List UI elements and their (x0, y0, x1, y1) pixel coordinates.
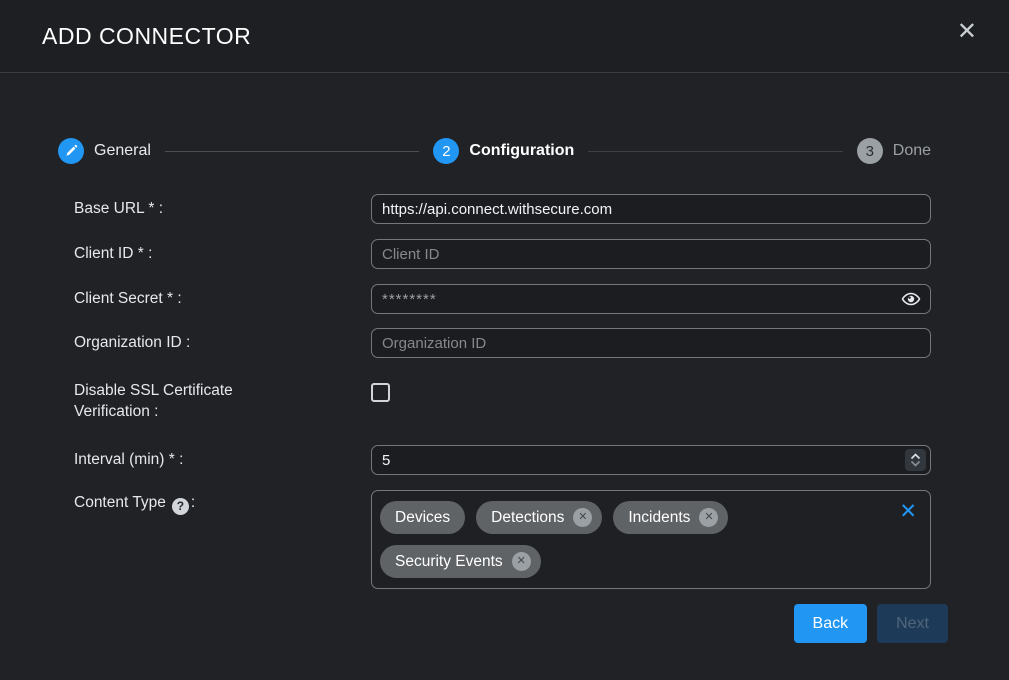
tag-devices[interactable]: Devices (380, 501, 465, 534)
close-icon[interactable]: ✕ (953, 16, 981, 48)
stepper-connector-line (165, 151, 419, 152)
dialog-title: ADD CONNECTOR (42, 23, 953, 50)
back-button[interactable]: Back (794, 604, 868, 643)
tag-security-events[interactable]: Security Events ✕ (380, 545, 541, 578)
content-type-colon: : (191, 494, 195, 511)
dialog-body: General 2 Configuration 3 Done Base URL … (0, 73, 1009, 680)
step-general-label: General (94, 142, 151, 160)
client-id-input[interactable] (371, 239, 931, 269)
step-number-badge: 3 (857, 138, 883, 164)
organization-id-row: Organization ID : (58, 328, 931, 358)
help-icon[interactable]: ? (172, 498, 189, 515)
tag-incidents[interactable]: Incidents ✕ (613, 501, 728, 534)
client-secret-label: Client Secret * : (58, 284, 371, 314)
base-url-label: Base URL * : (58, 194, 371, 224)
disable-ssl-checkbox[interactable] (371, 383, 390, 402)
base-url-input[interactable] (371, 194, 931, 224)
step-general[interactable]: General (58, 138, 151, 164)
base-url-row: Base URL * : (58, 194, 931, 224)
step-done-label: Done (893, 142, 931, 160)
add-connector-dialog: ADD CONNECTOR ✕ General 2 Configuration … (0, 0, 1009, 680)
tag-remove-icon[interactable]: ✕ (699, 508, 718, 527)
organization-id-input[interactable] (371, 328, 931, 358)
tag-label: Detections (491, 509, 564, 527)
interval-row: Interval (min) * : (58, 445, 931, 475)
clear-all-icon[interactable]: ✕ (899, 501, 917, 522)
organization-id-label: Organization ID : (58, 328, 371, 358)
interval-input[interactable] (371, 445, 931, 475)
number-stepper[interactable] (905, 449, 926, 471)
interval-label: Interval (min) * : (58, 445, 371, 475)
client-id-row: Client ID * : (58, 239, 931, 269)
dialog-header: ADD CONNECTOR ✕ (0, 0, 1009, 73)
tag-remove-icon[interactable]: ✕ (512, 552, 531, 571)
step-done: 3 Done (857, 138, 931, 164)
dialog-actions: Back Next (58, 604, 948, 643)
pencil-icon (58, 138, 84, 164)
content-type-label: Content Type (74, 494, 166, 511)
client-secret-row: Client Secret * : (58, 284, 931, 314)
client-id-label: Client ID * : (58, 239, 371, 269)
tag-remove-icon[interactable]: ✕ (573, 508, 592, 527)
wizard-stepper: General 2 Configuration 3 Done (58, 138, 931, 164)
content-type-multiselect[interactable]: Devices Detections ✕ Incidents ✕ Securit… (371, 490, 931, 589)
client-secret-input[interactable] (371, 284, 931, 314)
tag-label: Devices (395, 509, 450, 527)
show-password-eye-icon[interactable] (901, 289, 921, 309)
tag-label: Incidents (628, 509, 690, 527)
next-button[interactable]: Next (877, 604, 948, 643)
step-configuration[interactable]: 2 Configuration (433, 138, 574, 164)
step-configuration-label: Configuration (469, 142, 574, 160)
stepper-connector-line (588, 151, 842, 152)
content-type-row: Content Type?: Devices Detections ✕ Inci… (58, 490, 931, 589)
tag-detections[interactable]: Detections ✕ (476, 501, 602, 534)
step-number-badge: 2 (433, 138, 459, 164)
tag-label: Security Events (395, 553, 503, 571)
disable-ssl-row: Disable SSL Certificate Verification : (58, 378, 931, 426)
disable-ssl-label: Disable SSL Certificate Verification : (58, 378, 371, 426)
